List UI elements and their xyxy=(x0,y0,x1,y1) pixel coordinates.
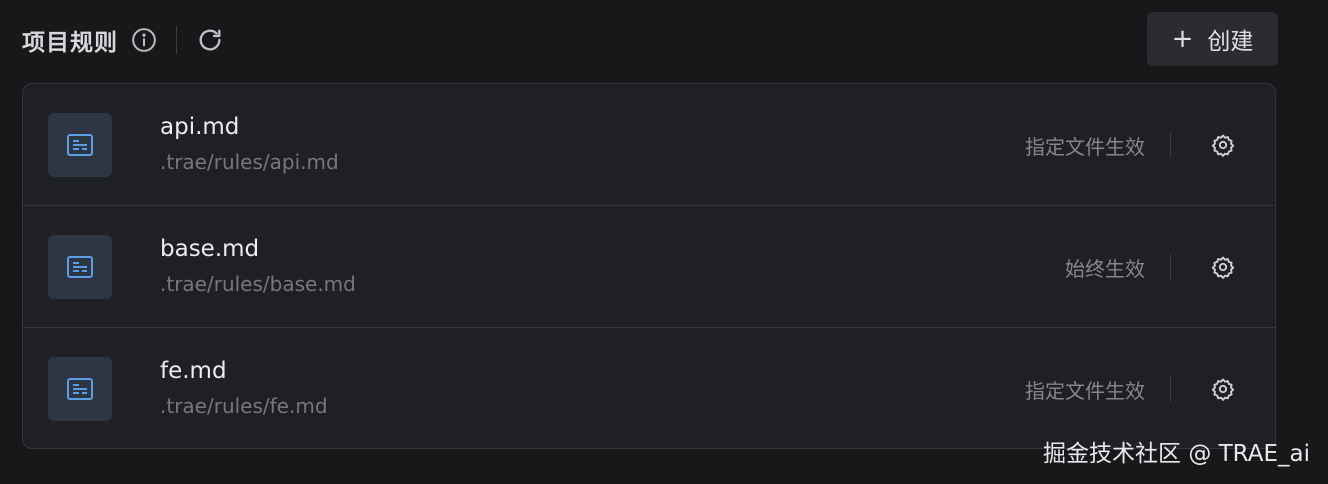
row-divider xyxy=(1170,254,1171,280)
page-title: 项目规则 xyxy=(22,30,118,56)
create-button[interactable]: + 创建 xyxy=(1147,12,1278,66)
rule-item[interactable]: fe.md .trae/rules/fe.md 指定文件生效 xyxy=(23,328,1275,448)
rule-settings-button[interactable] xyxy=(1209,375,1237,403)
rule-file-icon xyxy=(48,357,112,421)
gear-icon xyxy=(1211,134,1235,157)
rule-item[interactable]: base.md .trae/rules/base.md 始终生效 xyxy=(23,206,1275,328)
rule-settings-button[interactable] xyxy=(1209,131,1237,159)
info-button[interactable] xyxy=(130,26,158,54)
rule-file-icon xyxy=(48,113,112,177)
rule-name: api.md xyxy=(160,114,240,140)
rule-name: base.md xyxy=(160,236,260,262)
rule-path: .trae/rules/fe.md xyxy=(160,394,328,418)
plus-icon: + xyxy=(1171,24,1194,54)
rule-name: fe.md xyxy=(160,358,227,384)
header-divider xyxy=(176,26,177,54)
rule-file-icon xyxy=(48,235,112,299)
rule-item[interactable]: api.md .trae/rules/api.md 指定文件生效 xyxy=(23,84,1275,206)
rule-path: .trae/rules/base.md xyxy=(160,272,356,296)
info-icon xyxy=(132,28,156,52)
rule-path: .trae/rules/api.md xyxy=(160,150,339,174)
project-rules-page: 项目规则 + 创建 api.md .trae/rules/api.md 指定文件… xyxy=(0,0,1328,484)
create-button-label: 创建 xyxy=(1207,29,1254,55)
header: 项目规则 + 创建 xyxy=(22,12,1278,68)
row-divider xyxy=(1170,132,1171,158)
rules-list: api.md .trae/rules/api.md 指定文件生效 base.md… xyxy=(22,83,1276,449)
watermark: 掘金技术社区 @ TRAE_ai xyxy=(1043,441,1310,467)
rule-settings-button[interactable] xyxy=(1209,253,1237,281)
refresh-icon xyxy=(199,29,221,51)
row-divider xyxy=(1170,376,1171,402)
gear-icon xyxy=(1211,256,1235,279)
rule-mode: 指定文件生效 xyxy=(1025,379,1145,403)
refresh-button[interactable] xyxy=(195,25,225,55)
rule-mode: 指定文件生效 xyxy=(1025,135,1145,159)
rule-mode: 始终生效 xyxy=(1065,257,1145,281)
gear-icon xyxy=(1211,378,1235,401)
